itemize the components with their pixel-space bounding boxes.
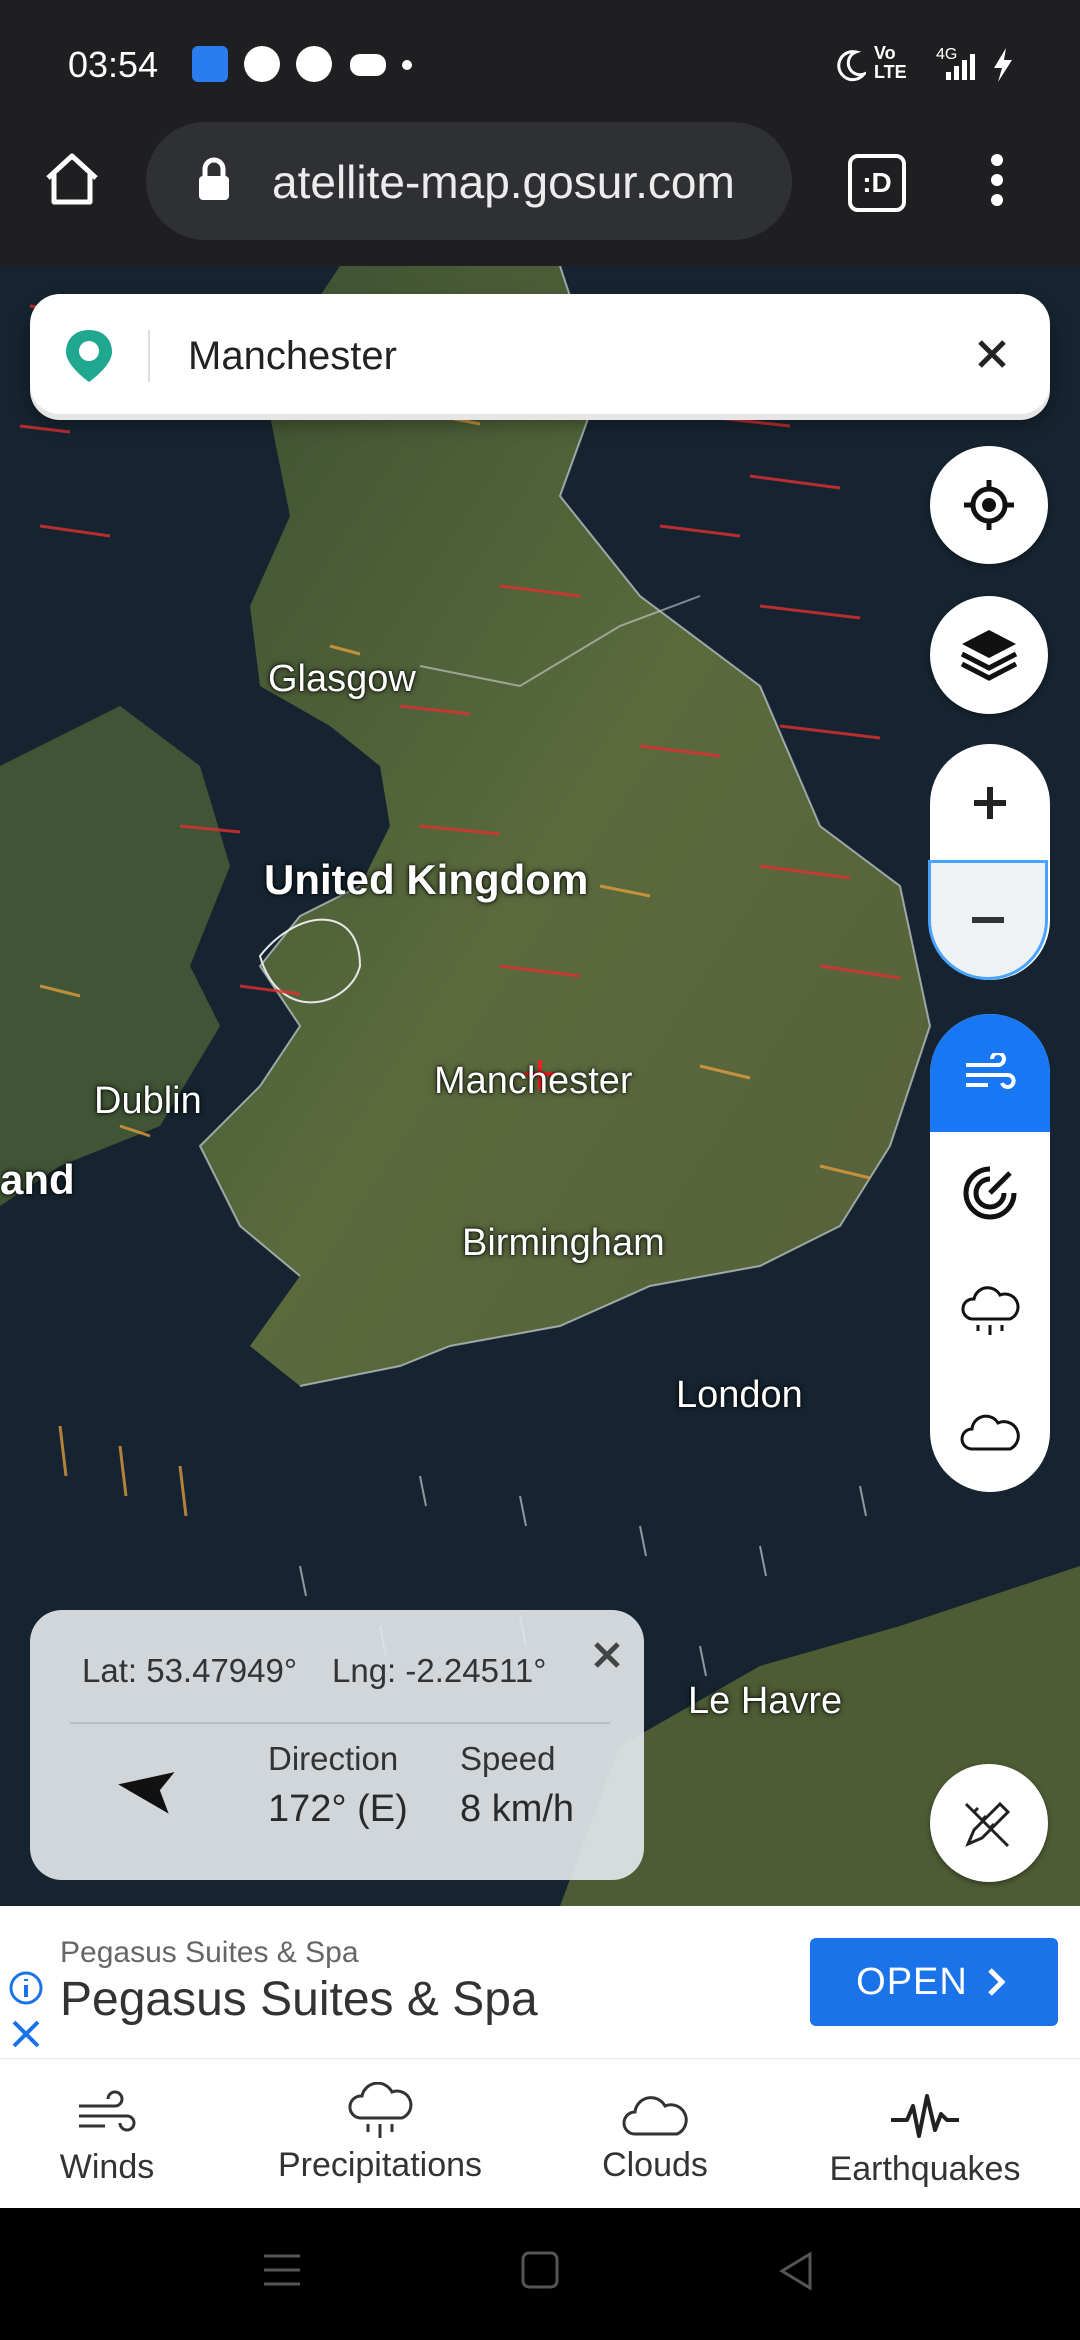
status-clock: 03:54 bbox=[68, 44, 159, 85]
nav-winds[interactable]: Winds bbox=[32, 2058, 182, 2208]
nav-precipitations-label: Precipitations bbox=[277, 2146, 483, 2184]
layer-wind-button[interactable] bbox=[930, 1014, 1050, 1132]
moon-icon bbox=[837, 50, 866, 82]
rain-cloud-icon bbox=[348, 2082, 413, 2138]
radar-icon bbox=[963, 1166, 1017, 1220]
nav-earthquakes[interactable]: Earthquakes bbox=[820, 2058, 1030, 2208]
nav-clouds[interactable]: Clouds bbox=[580, 2058, 730, 2208]
direction-value: 172° (E) bbox=[268, 1788, 408, 1830]
minus-icon bbox=[972, 917, 1004, 923]
nav-precipitations[interactable]: Precipitations bbox=[270, 2058, 490, 2208]
ad-open-label: OPEN bbox=[856, 1960, 968, 2003]
app-icon bbox=[192, 46, 228, 82]
map-pin-icon bbox=[66, 330, 112, 382]
map-label-uk: United Kingdom bbox=[264, 856, 589, 903]
seismograph-icon bbox=[891, 2094, 959, 2138]
ad-close-icon[interactable] bbox=[10, 2018, 42, 2050]
wind-info-panel: Lat: 53.47949° Lng: -2.24511° Direction … bbox=[30, 1610, 644, 1880]
more-menu-icon[interactable] bbox=[984, 150, 1010, 210]
chevron-right-icon bbox=[988, 1968, 1006, 1996]
speed-label: Speed bbox=[460, 1740, 556, 1777]
latitude-text: Lat: 53.47949° bbox=[82, 1652, 298, 1689]
ad-advertiser: Pegasus Suites & Spa bbox=[60, 1936, 359, 1969]
search-input[interactable]: Manchester bbox=[188, 334, 397, 379]
ad-info-icon[interactable] bbox=[8, 1970, 44, 2006]
home-icon[interactable] bbox=[40, 148, 104, 208]
crosshair-icon bbox=[964, 480, 1014, 530]
tab-switcher-button[interactable]: :D bbox=[848, 154, 906, 212]
zoom-out-button[interactable] bbox=[928, 860, 1048, 980]
volte-icon: Vo LTE bbox=[874, 43, 907, 82]
speed-value: 8 km/h bbox=[460, 1788, 575, 1830]
back-nav-icon[interactable] bbox=[776, 2250, 816, 2292]
search-box[interactable] bbox=[30, 294, 1050, 414]
layer-precipitation-button[interactable] bbox=[930, 1254, 1050, 1372]
map-label-birmingham: Birmingham bbox=[462, 1222, 665, 1264]
map-label-manchester: Manchester bbox=[434, 1060, 633, 1102]
signal-4g-icon bbox=[946, 54, 975, 80]
dot-icon bbox=[402, 60, 412, 70]
weather-layer-selector bbox=[930, 1014, 1050, 1492]
search-divider bbox=[148, 330, 150, 382]
ad-headline[interactable]: Pegasus Suites & Spa bbox=[60, 1972, 538, 2027]
map-label-glasgow: Glasgow bbox=[268, 658, 416, 700]
layers-icon bbox=[960, 630, 1018, 681]
nav-earthquakes-label: Earthquakes bbox=[829, 2150, 1021, 2188]
map-label-london: London bbox=[676, 1374, 803, 1416]
measure-tool-button[interactable] bbox=[930, 1764, 1048, 1882]
wind-icon bbox=[79, 2090, 136, 2132]
map-label-ireland: and bbox=[0, 1156, 75, 1203]
app-grid-icon bbox=[296, 46, 332, 82]
close-panel-icon[interactable] bbox=[592, 1640, 622, 1670]
clear-search-icon[interactable] bbox=[974, 336, 1010, 372]
direction-label: Direction bbox=[268, 1740, 399, 1777]
gamepad-icon bbox=[350, 54, 386, 76]
wind-icon bbox=[966, 1053, 1016, 1089]
plus-icon bbox=[974, 787, 1006, 819]
map-label-le-havre: Le Havre bbox=[688, 1680, 843, 1722]
my-location-button[interactable] bbox=[930, 446, 1048, 564]
cloud-icon bbox=[960, 1414, 1020, 1451]
map-label-dublin: Dublin bbox=[94, 1080, 202, 1122]
ad-open-button[interactable]: OPEN bbox=[810, 1938, 1058, 2026]
cloud-icon bbox=[622, 2096, 688, 2136]
url-text[interactable]: atellite-map.gosur.com bbox=[272, 155, 735, 209]
rain-cloud-icon bbox=[961, 1286, 1020, 1335]
nav-winds-label: Winds bbox=[59, 2148, 155, 2186]
recent-apps-icon[interactable] bbox=[262, 2252, 302, 2288]
home-nav-icon[interactable] bbox=[520, 2250, 560, 2290]
status-bar bbox=[0, 0, 1080, 140]
layer-radar-button[interactable] bbox=[930, 1134, 1050, 1252]
charging-icon bbox=[994, 48, 1012, 82]
longitude-text: Lng: -2.24511° bbox=[332, 1652, 547, 1689]
ruler-pencil-icon bbox=[964, 1801, 1011, 1848]
layer-clouds-button[interactable] bbox=[930, 1374, 1050, 1492]
wind-direction-arrow-icon bbox=[118, 1772, 175, 1814]
jio-icon bbox=[244, 46, 280, 82]
zoom-in-button[interactable] bbox=[930, 744, 1050, 862]
nav-clouds-label: Clouds bbox=[602, 2146, 708, 2184]
panel-divider bbox=[70, 1722, 610, 1724]
layers-button[interactable] bbox=[930, 596, 1048, 714]
lock-icon bbox=[199, 157, 229, 200]
